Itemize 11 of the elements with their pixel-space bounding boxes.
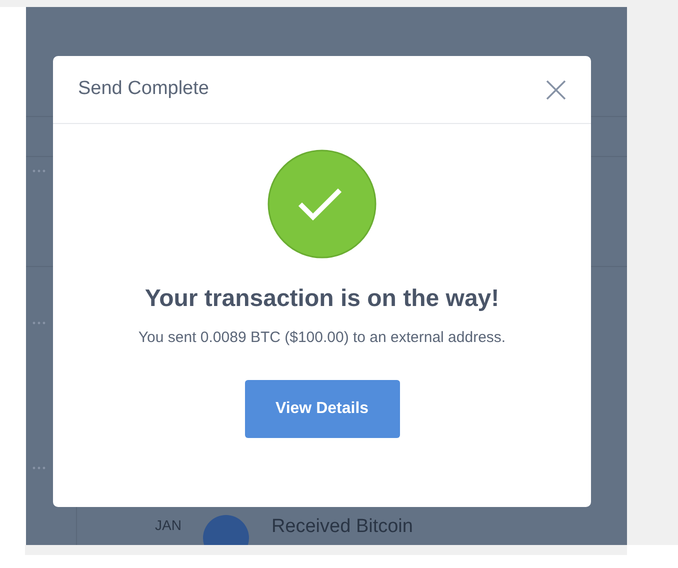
dialog-title: Send Complete <box>78 77 209 102</box>
close-icon[interactable] <box>546 80 566 100</box>
success-heading: Your transaction is on the way! <box>144 284 500 314</box>
view-details-button[interactable]: View Details <box>244 380 400 438</box>
more-icon[interactable] <box>32 169 46 173</box>
check-icon <box>267 149 377 259</box>
more-icon[interactable] <box>32 466 46 470</box>
month-label: JAN <box>155 516 182 535</box>
more-icon[interactable] <box>32 321 46 325</box>
success-message: You sent 0.0089 BTC ($100.00) to an external address. <box>138 328 506 348</box>
row-title: Received Bitcoin <box>271 515 413 539</box>
